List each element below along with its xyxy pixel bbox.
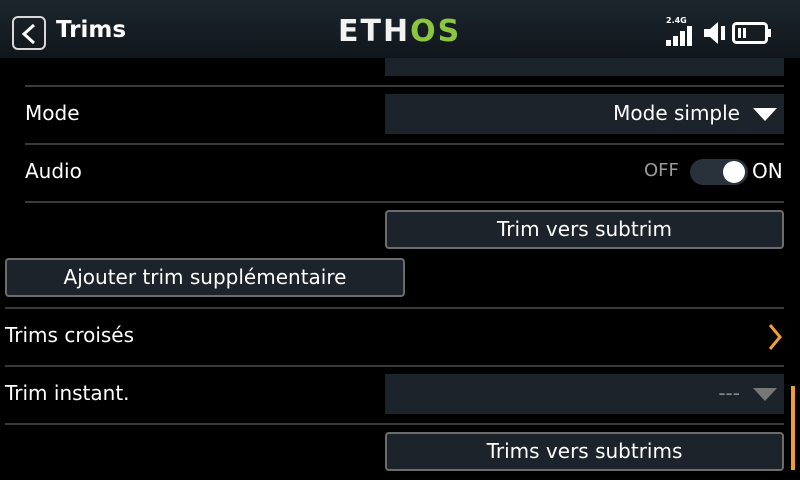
- divider: [5, 423, 784, 425]
- speaker-icon: [704, 22, 725, 44]
- back-button[interactable]: [12, 16, 46, 50]
- audio-label: Audio: [25, 159, 82, 183]
- scrollbar[interactable]: [791, 386, 795, 470]
- audio-toggle[interactable]: [690, 159, 748, 185]
- dropdown-arrow-icon: [753, 108, 777, 121]
- toggle-knob: [723, 161, 745, 183]
- divider: [25, 143, 784, 145]
- instant-trim-label: Trim instant.: [5, 381, 130, 405]
- toggle-on-label: ON: [752, 159, 783, 183]
- ethos-logo: ETHOS: [338, 14, 462, 49]
- divider: [25, 85, 784, 87]
- previous-field[interactable]: [385, 58, 784, 76]
- page-title: Trims: [56, 17, 127, 43]
- battery-icon: [732, 22, 771, 44]
- divider: [25, 201, 784, 203]
- trims-to-subtrims-button[interactable]: Trims vers subtrims: [385, 432, 784, 471]
- instant-trim-select[interactable]: ---: [385, 374, 784, 414]
- signal-strength-icon: [666, 26, 692, 46]
- divider: [5, 365, 784, 367]
- status-icons: 2.4G: [666, 14, 786, 48]
- divider: [5, 307, 784, 309]
- trim-to-subtrim-button[interactable]: Trim vers subtrim: [385, 210, 784, 249]
- add-extra-trim-button[interactable]: Ajouter trim supplémentaire: [5, 258, 405, 297]
- toggle-off-label: OFF: [644, 160, 679, 181]
- mode-select[interactable]: Mode simple: [385, 94, 784, 134]
- mode-label: Mode: [25, 101, 80, 125]
- cross-trims-label[interactable]: Trims croisés: [5, 323, 134, 347]
- mode-select-value: Mode simple: [613, 101, 740, 125]
- chevron-right-icon[interactable]: [767, 322, 783, 352]
- top-bar: Trims ETHOS 2.4G: [0, 0, 800, 58]
- instant-trim-value: ---: [718, 381, 740, 405]
- dropdown-arrow-icon: [753, 388, 777, 401]
- chevron-left-icon: [21, 23, 36, 45]
